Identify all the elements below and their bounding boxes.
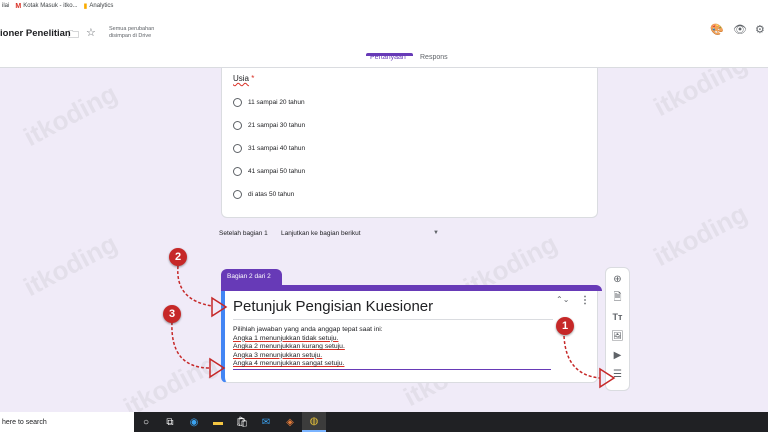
taskbar-search-input[interactable]: here to search	[0, 412, 134, 432]
option-label: 11 sampai 20 tahun	[248, 99, 305, 106]
after-section-label: Setelah bagian 1	[219, 230, 268, 237]
radio-option[interactable]: 41 sampai 50 tahun	[233, 167, 305, 176]
add-video-icon[interactable]: ▶	[611, 348, 625, 362]
question-card[interactable]: Usia * 11 sampai 20 tahun 21 sampai 30 t…	[221, 68, 598, 218]
add-question-icon[interactable]: ⊕	[611, 272, 625, 286]
annotation-marker-1: 1	[556, 317, 574, 335]
import-questions-icon[interactable]: 🗎	[611, 291, 625, 305]
option-label: di atas 50 tahun	[248, 191, 295, 198]
mail-icon[interactable]: ✉	[254, 412, 278, 432]
settings-gear-icon[interactable]: ⚙	[755, 23, 765, 36]
watermark: itkoding	[648, 198, 752, 273]
windows-taskbar: here to search ○ ⧉ ◉ ▬ 🛍 ✉ ◈ ◍	[0, 412, 768, 432]
radio-option[interactable]: di atas 50 tahun	[233, 190, 294, 199]
radio-button[interactable]	[233, 167, 242, 176]
option-label: 21 sampai 30 tahun	[248, 122, 306, 129]
store-icon[interactable]: 🛍	[230, 412, 254, 432]
bookmark-item-analytics[interactable]: ▮ Analytics	[84, 3, 114, 10]
radio-button[interactable]	[233, 121, 242, 130]
add-image-icon[interactable]: 🖼	[611, 329, 625, 343]
more-vert-icon[interactable]: ⋮	[580, 295, 590, 306]
description-line: Angka 2 menunjukkan kurang setuju.	[233, 343, 345, 351]
section-card-top-bar	[221, 285, 602, 291]
description-focus-underline	[233, 369, 551, 371]
description-line: Angka 3 menunjukkan setuju.	[233, 351, 323, 359]
active-tab-indicator	[366, 53, 413, 56]
save-status: Semua perubahan disimpan di Drive	[109, 26, 155, 39]
section-description[interactable]: Pilihlah jawaban yang anda anggap tepat …	[233, 326, 383, 369]
folder-icon[interactable]: 🗀	[68, 26, 79, 45]
option-label: 41 sampai 50 tahun	[248, 168, 306, 175]
option-label: 31 sampai 40 tahun	[248, 145, 306, 152]
radio-button[interactable]	[233, 144, 242, 153]
required-mark: *	[251, 74, 255, 83]
add-section-icon[interactable]: ☰	[611, 367, 625, 381]
palette-icon[interactable]: 🎨	[710, 23, 724, 36]
gmail-icon: M	[15, 2, 22, 10]
floating-toolbar: ⊕ 🗎 Tт 🖼 ▶ ☰	[605, 267, 630, 391]
form-header: ioner Penelitian 🗀 ☆ Semua perubahan dis…	[0, 12, 768, 68]
tab-respons[interactable]: Respons	[420, 54, 448, 61]
edge-browser-icon[interactable]: ◉	[182, 412, 206, 432]
analytics-icon: ▮	[83, 2, 88, 10]
chrome-browser-icon[interactable]: ◍	[302, 412, 326, 432]
section-card[interactable]: Petunjuk Pengisian Kuesioner ⌃⌄ ⋮ Pilihl…	[221, 285, 602, 383]
after-section-select[interactable]: Lanjutkan ke bagian berikut	[281, 230, 361, 237]
preview-eye-icon[interactable]: 👁	[733, 23, 747, 36]
radio-option[interactable]: 31 sampai 40 tahun	[233, 144, 305, 153]
bookmark-item-gmail[interactable]: M Kotak Masuk - itko...	[15, 3, 77, 10]
bookmark-label: Analytics	[89, 3, 114, 9]
description-line: Pilihlah jawaban yang anda anggap tepat …	[233, 326, 383, 333]
dropdown-arrow-icon[interactable]: ▼	[433, 230, 439, 236]
section-title[interactable]: Petunjuk Pengisian Kuesioner	[233, 298, 433, 315]
bookmark-label: Kotak Masuk - itko...	[23, 3, 78, 9]
bookmarks-bar: ilai M Kotak Masuk - itko... ▮ Analytics	[0, 0, 768, 12]
add-title-icon[interactable]: Tт	[611, 310, 625, 324]
file-explorer-icon[interactable]: ▬	[206, 412, 230, 432]
task-view-icon[interactable]: ⧉	[158, 412, 182, 432]
radio-button[interactable]	[233, 98, 242, 107]
radio-option[interactable]: 21 sampai 30 tahun	[233, 121, 305, 130]
star-icon[interactable]: ☆	[86, 26, 96, 39]
section-title-underline	[233, 319, 553, 320]
annotation-marker-2: 2	[169, 248, 187, 266]
bookmark-item[interactable]: ilai	[2, 3, 9, 9]
annotation-marker-3: 3	[163, 305, 181, 323]
question-title: Usia *	[233, 74, 254, 83]
description-line: Angka 4 menunjukkan sangat setuju.	[233, 360, 345, 368]
bookmark-label: ilai	[2, 3, 10, 9]
media-icon[interactable]: ◈	[278, 412, 302, 432]
radio-button[interactable]	[233, 190, 242, 199]
section-tab: Bagian 2 dari 2	[221, 269, 282, 285]
description-line: Angka 1 menunjukkan tidak setuju.	[233, 334, 339, 342]
document-title[interactable]: ioner Penelitian	[0, 28, 71, 39]
watermark: itkoding	[18, 78, 122, 153]
cortana-icon[interactable]: ○	[134, 412, 158, 432]
radio-option[interactable]: 11 sampai 20 tahun	[233, 98, 305, 107]
watermark: itkoding	[18, 228, 122, 303]
collapse-icon[interactable]: ⌃⌄	[556, 295, 569, 304]
question-title-text: Usia	[233, 74, 250, 83]
